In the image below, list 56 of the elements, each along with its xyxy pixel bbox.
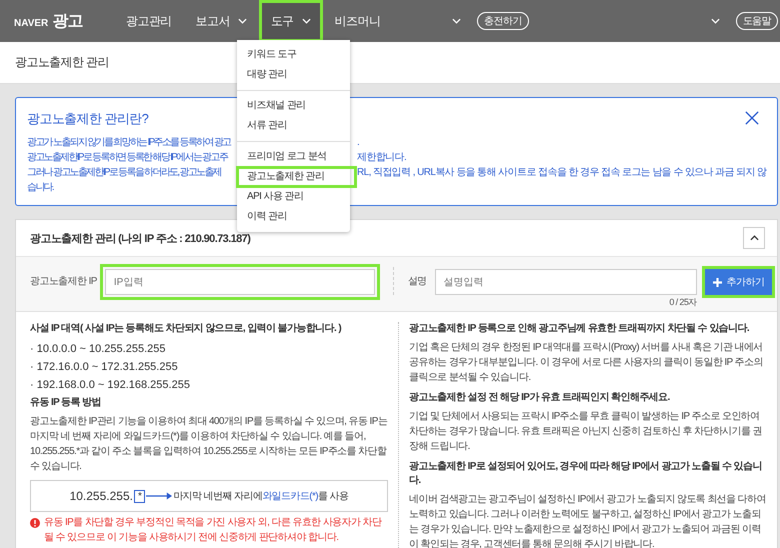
add-button[interactable]: 추가하기	[704, 269, 772, 295]
note-heading: 광고노출제한 설정 전 해당 IP가 유효 트래픽인지 확인해주세요.	[409, 391, 671, 405]
info-text: RL, 직접입력 , URL복사 등을 통해 사이트로 접속을 한 경우 접속 로그는 남을 수 있으나 과금 되지 않	[357, 166, 767, 180]
plus-icon	[712, 278, 722, 286]
dropdown-menu-item[interactable]: 비즈채널 관리	[237, 96, 350, 116]
ip-range-text: · 10.0.0.0 ~ 10.255.255.255	[30, 342, 166, 357]
example-caption: 마지막 네번째 자리에와일드카드(*)를 사용	[173, 490, 348, 503]
nav-menu-item[interactable]: 광고관리	[114, 0, 184, 42]
dropdown-menu-item[interactable]: 키워드 도구	[237, 45, 350, 65]
logo-brand[interactable]: NAVER	[14, 18, 48, 28]
description-text: 광고노출제한 IP관리 기능을 이용하여 최대 400개의 IP를 등록하실 수 있으며, 유동 IP는 마지막 네 번째 자리에 와일드카드(*)를 이용하여 차단하실 수 있습니다. 예를 들어, 10.255.255.*과 같이 주소 블록을 입력하여 10.255.255로 시작하는 모든 IP주소를 차단할 수 있습니다.	[30, 415, 388, 474]
dropdown-menu-item[interactable]: 서류 관리	[237, 116, 350, 136]
nav-menu-item[interactable]: 보고서	[184, 0, 259, 42]
ip-range-text: · 192.168.0.0 ~ 192.168.255.255	[30, 378, 191, 393]
dropdown-menu-item[interactable]: 광고노출제한 관리	[237, 167, 356, 187]
example-ip: 10.255.255.	[70, 489, 133, 503]
info-text: 광고가 노출되지 않기를 희망하는 IP주소를 등록하여 광고	[27, 137, 230, 148]
description-input-field[interactable]: 설명입력	[434, 269, 697, 295]
chevron-icon[interactable]	[452, 18, 462, 24]
chevron-icon	[238, 18, 247, 24]
nav-menu-item[interactable]: 비즈머니	[322, 0, 392, 42]
logo-text[interactable]: 광고	[52, 10, 84, 32]
note-heading: 광고노출제한 IP 등록으로 인해 광고주님께 유효한 트래픽까지 차단될 수 있습니다.	[409, 322, 750, 336]
chevron-icon	[302, 18, 311, 24]
close-icon[interactable]	[745, 111, 759, 125]
chevron-icon[interactable]	[710, 18, 720, 24]
panel-title: 광고노출제한 관리 (나의 IP 주소 : 210.90.73.187)	[30, 232, 250, 246]
warning-icon	[30, 518, 40, 528]
note-text: 기업 혹은 단체의 경우 한정된 IP 대역대를 프락시(Proxy) 서버를 사내 혹은 기관 내에서 공유하는 경우가 대부분입니다. 이 경우에 서로 다른 사용자의 클릭이 동일한 IP 주소의 클릭으로 분석될 수 있습니다.	[409, 341, 764, 385]
dropdown-menu-item[interactable]: 대량 관리	[237, 65, 350, 85]
info-text: 제한합니다.	[357, 151, 406, 165]
help-button[interactable]: 도움말	[736, 12, 778, 30]
arrow-icon	[146, 492, 172, 500]
dropdown-menu-item[interactable]: 이력 관리	[237, 207, 350, 227]
ip-input-field[interactable]: IP입력	[104, 269, 375, 295]
ip-range-text: · 172.16.0.0 ~ 172.31.255.255	[30, 360, 179, 375]
info-text: 그러나 광고노출제한IP로 등록을 하더라도, 광고노출제	[27, 167, 222, 178]
nav-menu-item[interactable]: 도구	[258, 0, 323, 42]
character-counter: 0 / 25자	[669, 296, 697, 309]
charge-button[interactable]: 충전하기	[477, 12, 529, 30]
section-heading: 사설 IP 대역( 사설 IP는 등록해도 차단되지 않으므로, 입력이 불가능합니다. )	[30, 322, 342, 336]
note-heading: 광고노출제한 IP로 설정되어 있어도, 경우에 따라 해당 IP에서 광고가 노출될 수 있습니다.	[409, 460, 763, 488]
warning-text: 유동 IP를 차단할 경우 부정적인 목적을 가진 사용자 외, 다른 유효한 사용자가 차단될 수 있으므로 이 기능을 사용하시기 전에 신중하게 판단하셔야 합니다.	[44, 516, 383, 545]
note-text: 기업 및 단체에서 사용되는 프락시 IP주소를 무효 클릭이 발생하는 IP 주소로 오인하여 차단하는 경우가 많습니다. 유효 트래픽은 아닌지 신중히 검토하신 후 차단하시기를 권장해 드립니다.	[409, 410, 763, 454]
dropdown-menu-item[interactable]: API 사용 관리	[237, 187, 350, 207]
info-title: 광고노출제한 관리란?	[27, 111, 148, 126]
info-text: 습니다.	[27, 182, 53, 193]
info-text: .	[357, 136, 360, 150]
ip-label: 광고노출제한 IP	[30, 275, 97, 289]
section-heading: 유동 IP 등록 방법	[30, 396, 102, 410]
page-title: 광고노출제한 관리	[15, 54, 109, 71]
description-label: 설명	[408, 275, 427, 289]
dropdown-menu-item[interactable]: 프리미엄 로그 분석	[237, 147, 350, 167]
collapse-button[interactable]	[743, 227, 765, 249]
wildcard-mark: *	[134, 490, 146, 502]
info-text: 광고노출제한IP로 등록하면 등록한 해당 IP에서는 광고주	[27, 152, 228, 163]
